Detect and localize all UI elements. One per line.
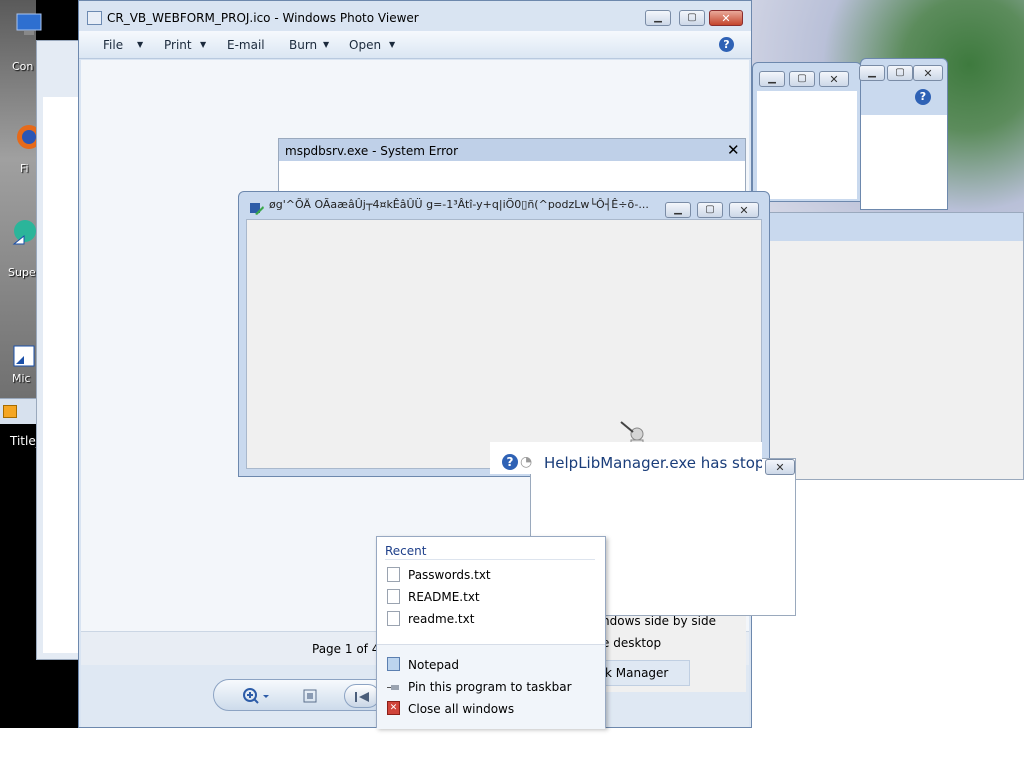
menu-burn[interactable]: Burn <box>289 38 317 52</box>
text-file-icon <box>387 589 400 604</box>
media-icon <box>3 405 17 418</box>
previous-button[interactable] <box>344 684 380 708</box>
actual-size-icon[interactable] <box>302 688 318 707</box>
app-icon <box>249 200 264 215</box>
task-close-all[interactable]: ✕ Close all windows <box>387 699 597 719</box>
maximize-button[interactable]: ▢ <box>679 10 705 26</box>
jump-list: Recent Passwords.txt README.txt readme.t… <box>376 536 606 729</box>
desktop-icon-label: Con <box>12 60 34 73</box>
menu-item-show-desktop[interactable]: e desktop <box>602 636 661 650</box>
help-icon[interactable]: ? <box>719 37 734 52</box>
recent-item[interactable]: README.txt <box>387 587 597 607</box>
window-client-area <box>757 91 857 199</box>
task-notepad[interactable]: Notepad <box>387 655 597 675</box>
loading-icon: ◔ <box>520 454 533 470</box>
background-window[interactable]: ▁ ▢ ✕ <box>752 62 862 202</box>
text-file-icon <box>387 567 400 582</box>
chevron-down-icon[interactable]: ▼ <box>200 40 206 49</box>
menu-file[interactable]: File <box>103 38 123 52</box>
close-button[interactable]: ✕ <box>819 71 849 87</box>
recent-item-label: README.txt <box>408 590 480 604</box>
desktop-icon-label: Mic <box>12 372 31 385</box>
close-button[interactable]: ✕ <box>913 65 943 81</box>
task-label: Close all windows <box>408 702 515 716</box>
menu-item-task-manager[interactable]: k Manager <box>596 660 690 686</box>
background-window[interactable] <box>760 212 1024 480</box>
help-icon: ? <box>502 454 518 470</box>
recent-item[interactable]: readme.txt <box>387 609 597 629</box>
photo-viewer-icon <box>87 11 102 25</box>
window-title: mspdbsrv.exe - System Error <box>285 144 459 158</box>
recent-item-label: Passwords.txt <box>408 568 491 582</box>
page-indicator: Page 1 of 4 <box>312 642 380 656</box>
desktop-icon-label: Supe <box>8 266 36 279</box>
maximize-button[interactable]: ▢ <box>789 71 815 87</box>
recent-heading: Recent <box>385 544 427 558</box>
menu-print[interactable]: Print <box>164 38 192 52</box>
helplibmanager-titlebar[interactable]: ? ◔ HelpLibManager.exe has stoppe <box>490 442 762 474</box>
background-window[interactable]: ▁ ▢ ✕ ? <box>859 58 948 210</box>
notepad-icon <box>387 657 400 671</box>
maximize-button[interactable]: ▢ <box>697 202 723 218</box>
text-file-icon <box>387 611 400 626</box>
window-titlebar[interactable] <box>761 213 1023 241</box>
close-button[interactable]: ✕ <box>727 141 740 159</box>
minimize-button[interactable]: ▁ <box>859 65 885 81</box>
window-client-area <box>861 115 947 209</box>
window-client-area <box>43 97 79 653</box>
dialog-title: HelpLibManager.exe has stoppe <box>544 454 762 472</box>
chevron-down-icon[interactable]: ▼ <box>323 40 329 49</box>
divider <box>385 559 595 560</box>
close-button[interactable]: ✕ <box>709 10 743 26</box>
background-window[interactable] <box>36 40 80 660</box>
jump-list-tasks: Notepad Pin this program to taskbar ✕ Cl… <box>377 645 605 729</box>
task-label: Notepad <box>408 658 459 672</box>
garbled-title-window[interactable]: øg'^ÕÄ OÃaæâÛj┬4¤kÊâÛÜ g=-1³Âtî-y+q|iÖ0▯… <box>238 191 770 477</box>
recent-item-label: readme.txt <box>408 612 475 626</box>
window-title: CR_VB_WEBFORM_PROJ.ico - Windows Photo V… <box>107 11 419 25</box>
minimize-button[interactable]: ▁ <box>665 202 691 218</box>
chevron-down-icon[interactable]: ▼ <box>389 40 395 49</box>
menu-item-show-side-by-side[interactable]: ndows side by side <box>602 614 716 628</box>
computer-icon <box>14 10 44 40</box>
task-pin[interactable]: Pin this program to taskbar <box>387 677 597 697</box>
menu-open[interactable]: Open <box>349 38 381 52</box>
menu-email[interactable]: E-mail <box>227 38 265 52</box>
minimize-button[interactable]: ▁ <box>759 71 785 87</box>
desktop-icon-computer[interactable]: Con <box>12 10 44 73</box>
minimize-button[interactable]: ▁ <box>645 10 671 26</box>
recent-item[interactable]: Passwords.txt <box>387 565 597 585</box>
window-titlebar[interactable]: mspdbsrv.exe - System Error ✕ <box>279 139 745 161</box>
maximize-button[interactable]: ▢ <box>887 65 913 81</box>
desktop-icon-label: Fi <box>20 162 29 175</box>
window-client-area <box>246 219 762 469</box>
menu-item-label: k Manager <box>605 666 669 680</box>
close-button[interactable]: ✕ <box>765 459 795 475</box>
close-button[interactable]: ✕ <box>729 202 759 218</box>
system-error-window[interactable]: mspdbsrv.exe - System Error ✕ <box>278 138 746 198</box>
task-label: Pin this program to taskbar <box>408 680 572 694</box>
pin-icon <box>387 682 401 696</box>
chevron-down-icon[interactable]: ▼ <box>137 40 143 49</box>
menu-bar: File ▼ Print ▼ E-mail Burn ▼ Open ▼ ? <box>79 31 751 59</box>
zoom-icon[interactable] <box>242 687 272 708</box>
close-red-icon: ✕ <box>387 701 400 715</box>
help-icon[interactable]: ? <box>915 89 931 105</box>
window-title: øg'^ÕÄ OÃaæâÛj┬4¤kÊâÛÜ g=-1³Âtî-y+q|iÖ0▯… <box>269 198 649 211</box>
